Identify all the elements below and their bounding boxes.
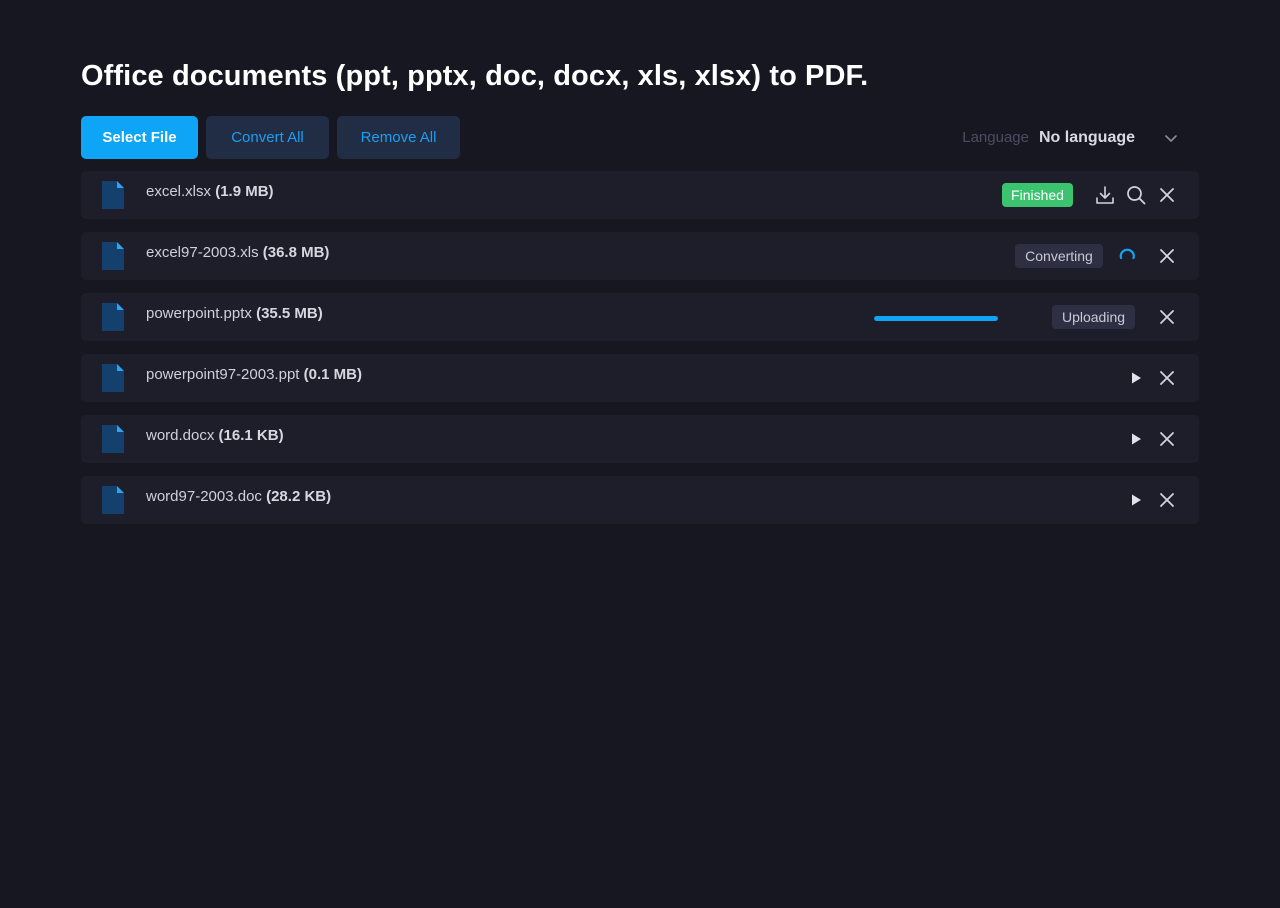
file-row: word.docx (16.1 KB) [81, 415, 1199, 463]
file-size: (0.1 MB) [303, 366, 362, 383]
select-file-button[interactable]: Select File [81, 116, 198, 159]
file-name: word.docx [146, 427, 215, 444]
play-icon[interactable] [1124, 488, 1148, 512]
file-row: word97-2003.doc (28.2 KB) [81, 476, 1199, 524]
page-title: Office documents (ppt, pptx, doc, docx, … [81, 60, 869, 92]
close-icon[interactable] [1155, 183, 1179, 207]
file-name: word97-2003.doc [146, 488, 262, 505]
file-icon [102, 364, 124, 392]
toolbar: Select File Convert All Remove All Langu… [81, 116, 1199, 159]
language-label: Language [962, 129, 1029, 146]
spinner-icon [1115, 244, 1139, 268]
status-badge: Converting [1015, 244, 1103, 268]
file-name: excel97-2003.xls [146, 244, 259, 261]
status-badge: Finished [1002, 183, 1073, 207]
upload-progress-bar [874, 316, 998, 321]
upload-progress-fill [874, 316, 998, 321]
file-name-line: word.docx (16.1 KB) [146, 427, 284, 444]
play-icon[interactable] [1124, 366, 1148, 390]
remove-all-button[interactable]: Remove All [337, 116, 460, 159]
file-name-line: word97-2003.doc (28.2 KB) [146, 488, 331, 505]
download-icon[interactable] [1093, 183, 1117, 207]
file-name: excel.xlsx [146, 183, 212, 200]
file-row: excel.xlsx (1.9 MB) Finished [81, 171, 1199, 219]
close-icon[interactable] [1155, 427, 1179, 451]
chevron-down-icon [1165, 135, 1177, 142]
close-icon[interactable] [1155, 488, 1179, 512]
file-size: (28.2 KB) [266, 488, 332, 505]
file-size: (35.5 MB) [256, 305, 323, 322]
convert-all-button[interactable]: Convert All [206, 116, 329, 159]
file-name: powerpoint97-2003.ppt [146, 366, 300, 383]
file-row: powerpoint.pptx (35.5 MB) Uploading [81, 293, 1199, 341]
close-icon[interactable] [1155, 366, 1179, 390]
language-value: No language [1039, 129, 1136, 146]
file-name-line: excel.xlsx (1.9 MB) [146, 183, 274, 200]
file-icon [102, 242, 124, 270]
file-row: excel97-2003.xls (36.8 MB) Converting [81, 232, 1199, 280]
file-size: (36.8 MB) [262, 244, 330, 261]
file-size: (16.1 KB) [218, 427, 284, 444]
file-icon [102, 181, 124, 209]
file-icon [102, 303, 124, 331]
file-name: powerpoint.pptx [146, 305, 252, 322]
file-name-line: excel97-2003.xls (36.8 MB) [146, 244, 329, 261]
language-select[interactable]: No language [1039, 127, 1179, 149]
search-icon[interactable] [1124, 183, 1148, 207]
file-size: (1.9 MB) [215, 183, 274, 200]
close-icon[interactable] [1155, 305, 1179, 329]
status-badge: Uploading [1052, 305, 1135, 329]
file-name-line: powerpoint.pptx (35.5 MB) [146, 305, 323, 322]
file-name-line: powerpoint97-2003.ppt (0.1 MB) [146, 366, 362, 383]
play-icon[interactable] [1124, 427, 1148, 451]
file-row: powerpoint97-2003.ppt (0.1 MB) [81, 354, 1199, 402]
file-icon [102, 425, 124, 453]
file-icon [102, 486, 124, 514]
close-icon[interactable] [1155, 244, 1179, 268]
